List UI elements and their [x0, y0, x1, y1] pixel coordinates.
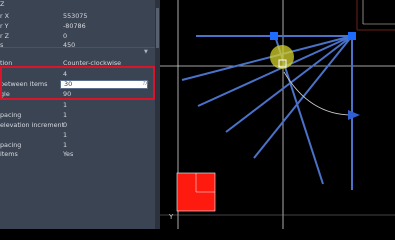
- hover-highlight: [270, 45, 294, 69]
- grip-handle[interactable]: [270, 32, 278, 40]
- property-row-rows[interactable]: 1: [0, 100, 155, 110]
- property-row-base-x[interactable]: r X 553075: [0, 11, 155, 21]
- property-value[interactable]: 1: [63, 100, 67, 110]
- property-value[interactable]: Yes: [63, 149, 73, 159]
- property-label: Z: [0, 0, 5, 8]
- property-row-row-spacing[interactable]: pacing 1: [0, 110, 155, 120]
- grip-handle[interactable]: [348, 32, 356, 40]
- property-value[interactable]: 0: [63, 120, 67, 130]
- property-row-levels[interactable]: 1: [0, 130, 155, 140]
- section-header[interactable]: ▼: [0, 47, 155, 56]
- property-label: r X: [0, 12, 10, 20]
- property-value[interactable]: -80786: [63, 21, 86, 31]
- property-row-base-y[interactable]: r Y -80786: [0, 21, 155, 31]
- scrollbar-thumb[interactable]: [156, 8, 159, 48]
- highlight-frame: [0, 66, 155, 100]
- property-value[interactable]: 1: [63, 130, 67, 140]
- property-value[interactable]: 553075: [63, 11, 87, 21]
- property-label: r Y: [0, 22, 9, 30]
- drawing-canvas[interactable]: Y: [160, 0, 395, 229]
- property-value[interactable]: 1: [63, 110, 67, 120]
- property-row-rotate-items[interactable]: items Yes: [0, 149, 155, 159]
- chevron-down-icon[interactable]: ▼: [144, 49, 148, 55]
- property-row-elevation-increment[interactable]: elevation increment 0: [0, 120, 155, 130]
- property-label: pacing: [0, 111, 22, 119]
- property-label: items: [0, 150, 18, 158]
- axis-label-y: Y: [168, 213, 174, 221]
- properties-panel: Z r X 553075 r Y -80786 r Z 0 s 450 ▼ ti…: [0, 0, 160, 229]
- property-label: elevation increment: [0, 121, 65, 129]
- property-row-z[interactable]: Z: [0, 0, 155, 9]
